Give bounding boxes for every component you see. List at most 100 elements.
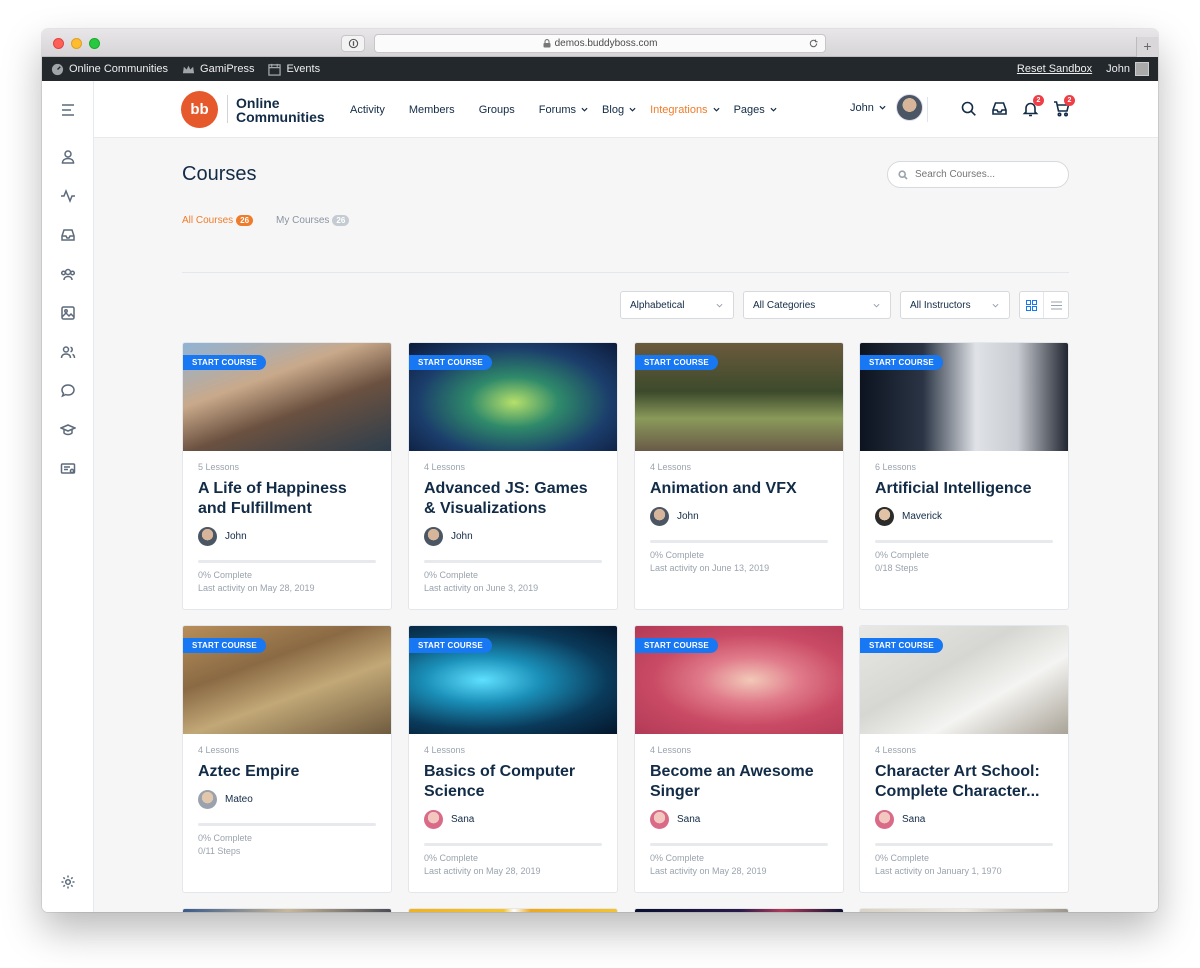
rail-settings-button[interactable] <box>58 872 78 892</box>
rail-photos-button[interactable] <box>58 303 78 323</box>
course-title[interactable]: A Life of Happiness and Fulfillment <box>198 479 376 519</box>
course-title[interactable]: Aztec Empire <box>198 762 376 782</box>
order-select[interactable]: Alphabetical <box>620 291 734 319</box>
rail-certificates-button[interactable] <box>58 459 78 479</box>
course-title[interactable]: Animation and VFX <box>650 479 828 499</box>
nav-activity[interactable]: Activity <box>350 104 385 116</box>
course-tabs: All Courses 26 My Courses 26 <box>182 215 372 226</box>
course-card[interactable]: START COURSE 6 Lessons Artificial Intell… <box>859 342 1069 610</box>
nav-pages[interactable]: Pages <box>734 104 777 116</box>
privacy-report-button[interactable] <box>341 35 365 52</box>
course-author[interactable]: Sana <box>650 810 828 829</box>
course-card[interactable]: START COURSE 4 Lessons Animation and VFX… <box>634 342 844 610</box>
maximize-window-button[interactable] <box>89 38 100 49</box>
nav-forums[interactable]: Forums <box>539 104 588 116</box>
lesson-count: 4 Lessons <box>875 745 917 755</box>
reload-icon[interactable] <box>808 38 819 49</box>
rail-groups-button[interactable] <box>58 264 78 284</box>
start-course-badge[interactable]: START COURSE <box>635 638 718 653</box>
panel-toggle-button[interactable] <box>58 100 78 120</box>
course-title[interactable]: Character Art School: Complete Character… <box>875 762 1053 802</box>
start-course-badge[interactable]: START COURSE <box>409 638 492 653</box>
header-divider <box>927 97 928 122</box>
notifications-badge: 2 <box>1033 95 1044 106</box>
cart-button[interactable]: 2 <box>1053 95 1075 117</box>
start-course-badge[interactable]: START COURSE <box>860 638 943 653</box>
course-title[interactable]: Artificial Intelligence <box>875 479 1053 499</box>
course-card[interactable]: START COURSE <box>408 908 618 912</box>
grid-view-button[interactable] <box>1020 292 1045 318</box>
rail-forums-button[interactable] <box>58 381 78 401</box>
search-input[interactable] <box>915 169 1055 180</box>
start-course-badge[interactable]: START COURSE <box>635 355 718 370</box>
course-title[interactable]: Advanced JS: Games & Visualizations <box>424 479 602 519</box>
tab-all-courses[interactable]: All Courses 26 <box>182 215 254 226</box>
list-view-button[interactable] <box>1044 292 1068 318</box>
messages-button[interactable] <box>991 100 1008 117</box>
course-card[interactable]: START COURSE 4 Lessons Advanced JS: Game… <box>408 342 618 610</box>
url-text: demos.buddyboss.com <box>554 38 658 49</box>
site-logo[interactable]: bb <box>181 91 218 128</box>
category-select[interactable]: All Categories <box>743 291 891 319</box>
rail-inbox-button[interactable] <box>58 225 78 245</box>
course-author[interactable]: John <box>424 527 602 546</box>
course-card[interactable]: START COURSE 4 Lessons Character Art Sch… <box>859 625 1069 893</box>
course-author[interactable]: Maverick <box>875 507 1053 526</box>
course-image: START COURSE <box>183 909 391 912</box>
nav-blog[interactable]: Blog <box>602 104 636 116</box>
course-author[interactable]: Sana <box>875 810 1053 829</box>
lock-icon <box>543 39 551 48</box>
course-card[interactable]: START COURSE 5 Lessons A Life of Happine… <box>182 342 392 610</box>
groups-icon <box>60 268 76 281</box>
tab-my-courses[interactable]: My Courses 26 <box>276 215 350 226</box>
rail-activity-button[interactable] <box>58 186 78 206</box>
course-author[interactable]: John <box>650 507 828 526</box>
progress-bar <box>875 540 1053 543</box>
admin-bar-site-label: Online Communities <box>69 63 169 75</box>
course-title[interactable]: Basics of Computer Science <box>424 762 602 802</box>
minimize-window-button[interactable] <box>71 38 82 49</box>
course-title[interactable]: Become an Awesome Singer <box>650 762 828 802</box>
new-tab-button[interactable]: + <box>1136 37 1158 57</box>
rail-courses-button[interactable] <box>58 420 78 440</box>
address-bar[interactable]: demos.buddyboss.com <box>374 34 826 53</box>
nav-integrations[interactable]: Integrations <box>650 104 720 116</box>
course-author[interactable]: Mateo <box>198 790 376 809</box>
course-card[interactable]: START COURSE <box>859 908 1069 912</box>
menu-icon <box>62 104 74 116</box>
start-course-badge[interactable]: START COURSE <box>183 638 266 653</box>
progress-bar <box>875 843 1053 846</box>
admin-bar-account[interactable]: John <box>1106 62 1149 76</box>
course-author[interactable]: Sana <box>424 810 602 829</box>
course-image: START COURSE <box>635 626 843 734</box>
notifications-button[interactable]: 2 <box>1022 95 1044 117</box>
start-course-badge[interactable]: START COURSE <box>860 355 943 370</box>
course-card[interactable]: START COURSE <box>634 908 844 912</box>
close-window-button[interactable] <box>53 38 64 49</box>
window-controls <box>53 38 100 49</box>
start-course-badge[interactable]: START COURSE <box>409 355 492 370</box>
start-course-badge[interactable]: START COURSE <box>183 355 266 370</box>
course-author[interactable]: John <box>198 527 376 546</box>
search-button[interactable] <box>960 100 977 117</box>
course-card[interactable]: START COURSE <box>182 908 392 912</box>
rail-members-button[interactable] <box>58 342 78 362</box>
user-menu[interactable]: John <box>850 94 923 121</box>
avatar <box>895 94 923 121</box>
admin-bar-events[interactable]: Events <box>268 63 320 76</box>
course-card[interactable]: START COURSE 4 Lessons Basics of Compute… <box>408 625 618 893</box>
reset-sandbox-link[interactable]: Reset Sandbox <box>1017 63 1092 75</box>
course-card[interactable]: START COURSE 4 Lessons Aztec Empire Mate… <box>182 625 392 893</box>
author-name: John <box>677 511 699 522</box>
admin-bar-avatar <box>1135 62 1149 76</box>
admin-bar-gamipress[interactable]: GamiPress <box>182 63 254 76</box>
instructor-select[interactable]: All Instructors <box>900 291 1010 319</box>
course-card[interactable]: START COURSE 4 Lessons Become an Awesome… <box>634 625 844 893</box>
rail-profile-button[interactable] <box>58 147 78 167</box>
course-search[interactable] <box>887 161 1069 188</box>
site-title[interactable]: Online Communities <box>236 96 325 124</box>
nav-groups[interactable]: Groups <box>479 104 515 116</box>
nav-members[interactable]: Members <box>409 104 455 116</box>
chevron-down-icon <box>992 303 999 308</box>
admin-bar-site[interactable]: Online Communities <box>51 63 168 76</box>
